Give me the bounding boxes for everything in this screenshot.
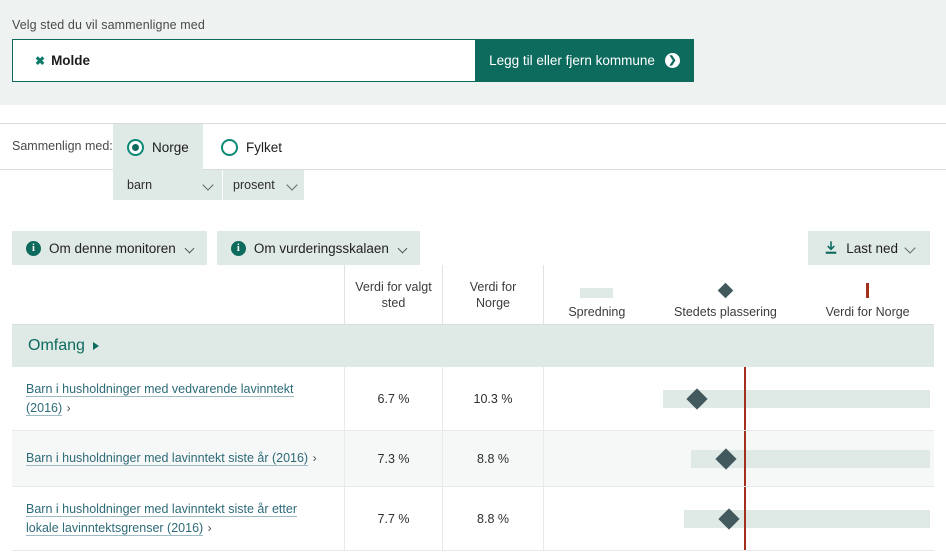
diamond-marker-icon (717, 282, 734, 299)
indicator-name-cell: Barn i husholdninger med vedvarende lavi… (12, 367, 344, 430)
legend-item-spredning-label: Spredning (568, 305, 626, 319)
national-value-line (743, 431, 746, 486)
compare-with-row: Sammenlign med: Norge Fylket (0, 123, 946, 170)
value-norge: 8.8 % (442, 487, 543, 550)
unit-select[interactable]: prosent (223, 170, 304, 200)
legend-item-spredning: Spredning (568, 288, 625, 320)
place-selection-label: Velg sted du vil sammenligne med (12, 18, 205, 32)
indicator-link[interactable]: Barn i husholdninger med vedvarende lavi… (26, 380, 330, 418)
column-header-norge-line1: Verdi for (469, 279, 517, 294)
legend-item-verdi-for-norge: Verdi for Norge (826, 283, 910, 320)
legend-item-stedets-plassering-label: Stedets plassering (674, 305, 777, 319)
arrow-right-circle-icon: ❯ (664, 53, 680, 68)
radio-selected-icon[interactable] (127, 138, 144, 156)
about-scale-label: Om vurderingsskalaen (253, 240, 389, 256)
unit-select-value: prosent (233, 178, 275, 192)
download-label: Last ned (846, 240, 898, 256)
radio-option-fylket-label: Fylket (246, 139, 283, 155)
column-header-norge-line2: Norge (475, 295, 511, 310)
chevron-down-icon (397, 243, 408, 253)
info-icon: i (26, 240, 41, 256)
add-remove-municipality-button[interactable]: Legg til eller fjern kommune ❯ (475, 39, 694, 82)
action-buttons: i Om denne monitoren i Om vurderingsskal… (12, 231, 420, 265)
table-row: Barn i husholdninger med lavinntekt sist… (12, 431, 934, 487)
column-header-valgt-sted-line1: Verdi for valgt (355, 279, 432, 294)
indicator-table: Verdi for valgt sted Verdi for Norge Spr… (12, 265, 934, 551)
place-chip-label: Molde (51, 53, 91, 68)
chevron-right-icon: › (312, 451, 317, 466)
indicator-link-label: Barn i husholdninger med lavinntekt sist… (26, 451, 309, 467)
close-icon[interactable]: ✖ (35, 54, 45, 68)
value-valgt-sted: 6.7 % (344, 367, 442, 430)
about-scale-button[interactable]: i Om vurderingsskalaen (216, 231, 420, 265)
table-header-row: Verdi for valgt sted Verdi for Norge Spr… (12, 265, 934, 325)
value-valgt-sted: 7.7 % (344, 487, 442, 550)
radio-option-norge[interactable]: Norge (113, 124, 203, 170)
national-value-line (743, 487, 746, 550)
chevron-down-icon (286, 178, 298, 192)
group-header-omfang-label: Omfang (28, 337, 85, 354)
national-value-line (743, 367, 746, 430)
download-button[interactable]: Last ned (808, 231, 930, 265)
table-row: Barn i husholdninger med vedvarende lavi… (12, 367, 934, 431)
chevron-right-icon: › (207, 520, 212, 535)
page-root: Velg sted du vil sammenligne med ✖ Molde… (0, 0, 946, 553)
radio-option-norge-label: Norge (152, 139, 189, 155)
indicator-link-label: Barn i husholdninger med lavinntekt sist… (26, 501, 297, 536)
info-icon: i (230, 240, 246, 256)
radio-unselected-icon[interactable] (221, 138, 238, 156)
about-monitor-button[interactable]: i Om denne monitoren (12, 231, 207, 265)
table-row: Barn i husholdninger med lavinntekt sist… (12, 487, 934, 551)
place-picker: ✖ Molde Legg til eller fjern kommune ❯ (12, 39, 694, 82)
radio-option-fylket[interactable]: Fylket (207, 124, 296, 170)
group-header-omfang[interactable]: Omfang (12, 325, 934, 367)
column-header-indicator (12, 265, 344, 324)
distribution-chart-cell (543, 487, 934, 550)
selected-places-input[interactable]: ✖ Molde (12, 39, 475, 82)
caret-right-icon (92, 342, 99, 350)
indicator-name-cell: Barn i husholdninger med lavinntekt sist… (12, 487, 344, 550)
compare-with-label: Sammenlign med: (12, 139, 113, 153)
chevron-down-icon (202, 178, 214, 192)
filter-selects: barn prosent (113, 170, 304, 200)
distribution-chart-cell (543, 367, 934, 430)
column-header-valgt-sted: Verdi for valgt sted (344, 265, 442, 324)
place-selection-band: Velg sted du vil sammenligne med ✖ Molde… (0, 0, 946, 105)
value-norge: 8.8 % (442, 431, 543, 486)
vertical-line-icon (866, 283, 870, 298)
population-select-value: barn (127, 178, 153, 192)
chevron-down-icon (904, 242, 916, 254)
chevron-right-icon: › (66, 400, 71, 415)
column-header-valgt-sted-line2: sted (381, 295, 406, 310)
distribution-chart-cell (543, 431, 934, 486)
indicator-link[interactable]: Barn i husholdninger med lavinntekt sist… (26, 500, 330, 538)
column-header-norge: Verdi for Norge (442, 265, 543, 324)
about-monitor-label: Om denne monitoren (49, 240, 176, 256)
indicator-name-cell: Barn i husholdninger med lavinntekt sist… (12, 431, 344, 486)
population-select[interactable]: barn (113, 170, 222, 200)
add-remove-municipality-label: Legg til eller fjern kommune (489, 53, 655, 68)
indicator-link[interactable]: Barn i husholdninger med lavinntekt sist… (26, 449, 317, 468)
chevron-down-icon (184, 243, 195, 253)
value-norge: 10.3 % (442, 367, 543, 430)
legend-item-verdi-for-norge-label: Verdi for Norge (825, 305, 910, 319)
chart-legend: Spredning Stedets plassering Verdi for N… (543, 265, 934, 324)
value-valgt-sted: 7.3 % (344, 431, 442, 486)
place-chip-molde[interactable]: ✖ Molde (35, 53, 90, 68)
download-icon (824, 241, 838, 255)
legend-item-stedets-plassering: Stedets plassering (674, 282, 777, 320)
spread-bar-icon (580, 288, 614, 298)
